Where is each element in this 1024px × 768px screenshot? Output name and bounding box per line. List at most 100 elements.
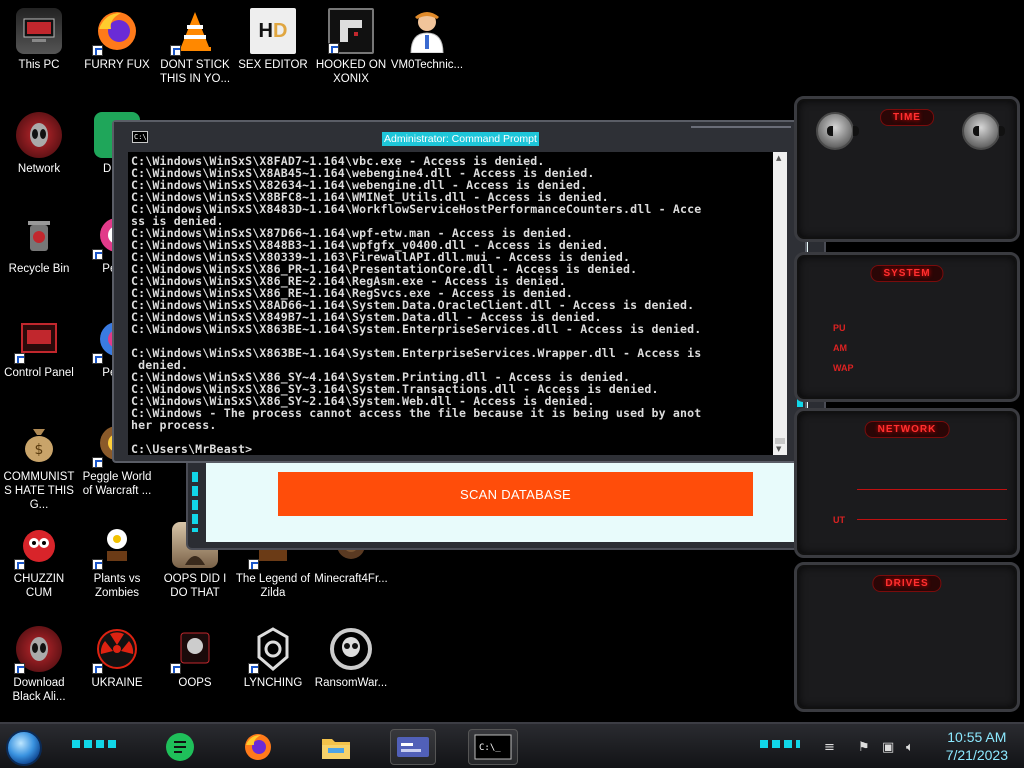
icon-label: DONT STICK THIS IN YO... <box>159 59 231 85</box>
vertical-scrollbar[interactable]: ▲ ▼ <box>773 152 787 455</box>
desktop-icon-recycle-bin[interactable]: Recycle Bin <box>0 212 78 276</box>
desktop-icon-furry-fux[interactable]: FURRY FUX <box>78 8 156 72</box>
desktop-icon-download-black-alien[interactable]: Download Black Ali... <box>0 626 78 704</box>
desktop-icon-plants-vs-zombies[interactable]: Plants vs Zombies <box>78 522 156 600</box>
icon-label: OOPS <box>178 677 212 689</box>
desktop-icon-ukraine[interactable]: UKRAINE <box>78 626 156 690</box>
desktop-icon-oops[interactable]: OOPS <box>156 626 234 690</box>
console-output[interactable]: C:\Windows\WinSxS\X8FAD7~1.164\vbc.exe -… <box>128 152 773 455</box>
svg-text:C:\_: C:\_ <box>479 743 501 753</box>
command-prompt-window[interactable]: C:\ Administrator: Command Prompt C:\Win… <box>112 120 807 463</box>
folder-icon <box>322 739 350 759</box>
recycle-bin-icon <box>16 212 62 258</box>
network-graph-line <box>857 489 1007 490</box>
console-line: her process. <box>131 418 217 432</box>
icon-label: OOPS DID I DO THAT <box>163 573 227 599</box>
green-note-icon <box>166 733 194 761</box>
desktop-icon-communists[interactable]: $ COMMUNISTS HATE THIS G... <box>0 420 78 512</box>
start-button[interactable] <box>6 730 42 766</box>
system-clock[interactable]: 10:55 AM 7/21/2023 <box>946 728 1008 764</box>
gadget-title: NETWORK <box>864 421 950 438</box>
network-graph-line <box>857 519 1007 520</box>
money-bag-icon: $ <box>16 420 62 466</box>
desktop-icon-sex-editor[interactable]: HD SEX EDITOR <box>234 8 312 72</box>
taskbar-decoration <box>760 740 800 748</box>
taskbar-notes-app[interactable] <box>162 729 198 765</box>
this-pc-icon <box>16 8 62 54</box>
scroll-up-icon[interactable]: ▲ <box>776 154 781 162</box>
icon-label: UKRAINE <box>91 677 143 689</box>
desktop-icon-lynching[interactable]: LYNCHING <box>234 626 312 690</box>
hxd-icon: HD <box>250 8 296 54</box>
icon-label: Control Panel <box>4 367 74 379</box>
desktop-icon-hooked-on-xonix[interactable]: HOOKED ON XONIX <box>312 8 390 86</box>
cmd-icon: C:\ <box>132 131 148 143</box>
desktop-icon-this-pc[interactable]: This PC <box>0 8 78 72</box>
cpu-label: PU <box>833 323 846 333</box>
skull-icon <box>328 626 374 672</box>
network-icon <box>16 112 62 158</box>
alien-icon <box>962 112 1005 150</box>
scrollbar-thumb[interactable] <box>775 438 785 444</box>
taskbar: C:\_ ≡ ⚑ ▣ 🔈︎ 10:55 AM 7/21/2023 <box>0 722 1024 768</box>
taskbar-firefox[interactable] <box>240 729 276 765</box>
swap-label: WAP <box>833 363 854 373</box>
icon-label: COMMUNISTS HATE THIS G... <box>3 471 75 511</box>
radiation-icon <box>92 626 140 674</box>
show-desktop-icon[interactable]: ≡ <box>824 740 835 755</box>
gadget-title: DRIVES <box>872 575 942 592</box>
desktop-icon-vm0technic[interactable]: VM0Technic... <box>388 8 466 72</box>
window-decoration <box>192 472 198 532</box>
vlc-icon <box>170 8 218 56</box>
desktop-icon-chuzzin[interactable]: CHUZZIN CUM <box>0 522 78 600</box>
icon-label: HOOKED ON XONIX <box>315 59 387 85</box>
volume-icon[interactable]: 🔈︎ <box>906 740 914 755</box>
rope-icon <box>248 626 296 674</box>
flag-icon[interactable]: ⚑ <box>858 740 870 755</box>
icon-label: Download Black Ali... <box>12 677 66 703</box>
control-panel-icon <box>14 316 62 364</box>
gadget-title: TIME <box>880 109 934 126</box>
icon-label: VM0Technic... <box>390 59 464 71</box>
drives-gadget[interactable]: DRIVES <box>794 562 1020 712</box>
console-line: C:\Windows\WinSxS\X863BE~1.164\System.En… <box>131 346 702 360</box>
chuzzle-icon <box>14 522 62 570</box>
gadget-panel: TIME SYSTEM PU AM WAP NETWORK UT DRIVES <box>792 92 1024 712</box>
console-line: C:\Windows\WinSxS\X8483D~1.164\WorkflowS… <box>131 202 702 216</box>
taskbar-card-app[interactable] <box>390 729 436 765</box>
icon-label: The Legend of Zilda <box>235 573 311 599</box>
window-titlebar[interactable]: C:\ Administrator: Command Prompt <box>114 122 805 150</box>
icon-label: CHUZZIN CUM <box>13 573 65 599</box>
icon-label: SEX EDITOR <box>238 59 308 71</box>
alien-icon <box>14 626 62 674</box>
clock-time: 10:55 AM <box>947 729 1007 745</box>
network-gadget[interactable]: NETWORK UT <box>794 408 1020 558</box>
xonix-icon <box>328 8 374 54</box>
desktop-icon-network[interactable]: Network <box>0 112 78 176</box>
icon-label: FURRY FUX <box>84 59 150 71</box>
taskbar-command-prompt[interactable]: C:\_ <box>468 729 518 765</box>
system-gadget[interactable]: SYSTEM PU AM WAP <box>794 252 1020 402</box>
alien-icon <box>816 112 859 150</box>
console-line: C:\Windows\WinSxS\X863BE~1.164\System.En… <box>131 322 702 336</box>
firefox-icon <box>245 734 271 760</box>
clock-date: 7/21/2023 <box>945 747 1008 763</box>
desktop-icon-control-panel[interactable]: Control Panel <box>0 316 78 380</box>
scan-database-button[interactable]: SCAN DATABASE <box>278 472 753 516</box>
network-tray-icon[interactable]: ▣ <box>882 740 894 755</box>
desktop-icon-dont-stick[interactable]: DONT STICK THIS IN YO... <box>156 8 234 86</box>
icon-label: LYNCHING <box>243 677 303 689</box>
svg-text:$: $ <box>35 442 44 458</box>
scroll-down-icon[interactable]: ▼ <box>776 445 781 453</box>
icon-label: RansomWar... <box>314 677 388 689</box>
firefox-icon <box>92 8 140 56</box>
window-title: Administrator: Command Prompt <box>382 132 539 146</box>
ram-label: AM <box>833 343 847 353</box>
gadget-title: SYSTEM <box>870 265 944 282</box>
icon-label: This PC <box>18 59 60 71</box>
doctor-icon <box>404 8 450 54</box>
taskbar-file-explorer[interactable] <box>318 729 354 765</box>
desktop-icon-ransomware[interactable]: RansomWar... <box>312 626 390 690</box>
icon-label: Recycle Bin <box>8 263 70 275</box>
plant-icon <box>92 522 140 570</box>
